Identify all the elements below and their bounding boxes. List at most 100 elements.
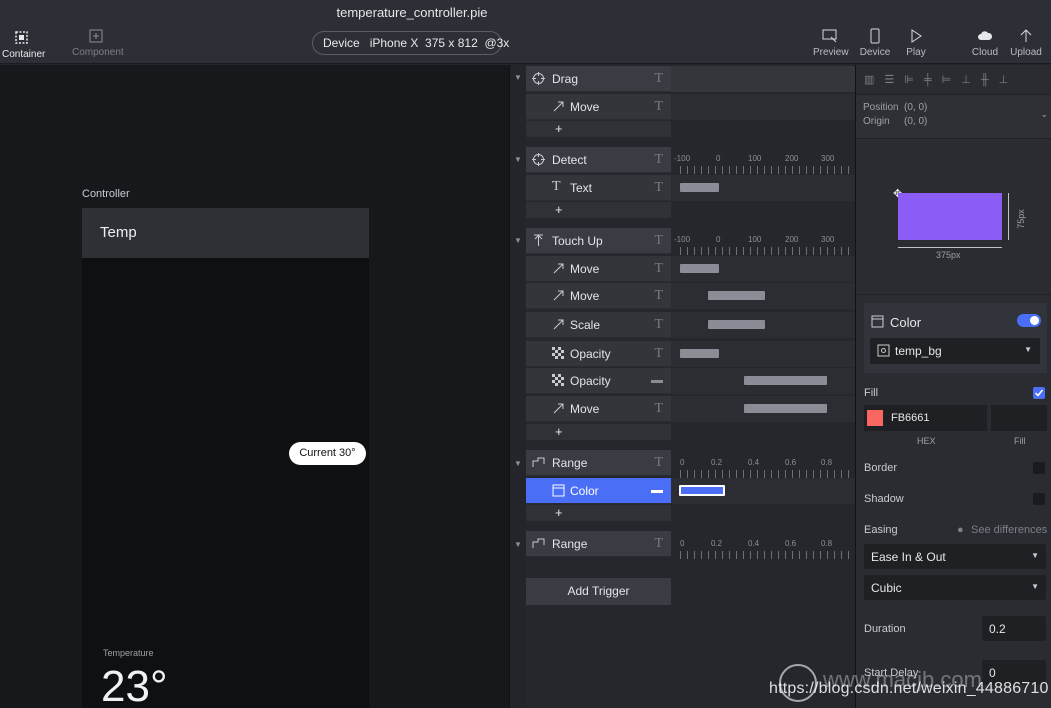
animation-bar[interactable] [744, 376, 827, 385]
trigger-row-detect[interactable]: Detect T [526, 147, 671, 173]
align-left-icon[interactable]: ⊫ [904, 73, 914, 86]
device-selector[interactable]: Device iPhone X 375 x 812 @3x [312, 31, 509, 55]
chevron-down-icon[interactable]: ⌄ [1040, 109, 1048, 120]
timeline-track [671, 396, 856, 422]
align-middle-icon[interactable]: ╫ [981, 74, 989, 86]
ruler-tick: 0 [716, 235, 721, 244]
container-button[interactable]: Container [2, 30, 45, 60]
timeline-track [671, 175, 856, 201]
height-label: 75px [1015, 209, 1026, 229]
upload-button[interactable]: Upload [1010, 28, 1042, 58]
preview-shape[interactable] [898, 193, 1002, 240]
ruler-tick: 0 [716, 154, 721, 163]
preview-button[interactable]: Preview [813, 28, 849, 58]
animation-row-color[interactable]: Color [526, 478, 671, 504]
animation-bar[interactable] [680, 349, 719, 358]
add-animation-button[interactable]: + [526, 424, 671, 440]
align-center-icon[interactable]: ╪ [924, 74, 932, 86]
text-type-icon: T [654, 317, 663, 332]
preview-label: Preview [813, 47, 849, 58]
add-animation-button[interactable]: + [526, 505, 671, 521]
align-baseline-icon[interactable]: ⊥ [999, 73, 1009, 86]
duration-input[interactable]: 0.2 [982, 616, 1046, 641]
see-differences-link[interactable]: See differences [971, 524, 1047, 536]
design-canvas[interactable]: Controller Temp Current 30° Temperature … [0, 65, 509, 708]
trigger-row-touch-up[interactable]: Touch Up T [526, 228, 671, 254]
chevron-down-icon[interactable]: ▼ [514, 73, 522, 82]
animation-bar[interactable] [680, 183, 719, 192]
trigger-row-drag[interactable]: Drag T [526, 66, 671, 92]
position-value[interactable]: (0, 0) [904, 102, 927, 113]
ruler-tick: 0.4 [748, 458, 760, 467]
ruler-lines [680, 166, 850, 174]
hex-input[interactable]: FB6661 [864, 405, 987, 431]
range-ruler: 0 0.2 0.4 0.6 0.8 [680, 539, 856, 561]
border-checkbox[interactable] [1033, 462, 1045, 474]
distribute-horizontal-icon[interactable]: ▥ [864, 73, 874, 86]
device-selector-value: iPhone X 375 x 812 @3x [369, 36, 510, 50]
dropdown-arrow-icon: ▼ [1024, 345, 1032, 354]
add-animation-button[interactable]: + [526, 202, 671, 218]
dropdown-arrow-icon: ▼ [1031, 582, 1039, 591]
animation-label: Move [570, 262, 600, 276]
help-icon[interactable]: ● [957, 524, 964, 536]
animation-row-opacity[interactable]: Opacity [526, 368, 671, 394]
align-right-icon[interactable]: ⊨ [942, 73, 952, 86]
play-button[interactable]: Play [902, 28, 930, 58]
animation-row-move[interactable]: Move T [526, 94, 671, 120]
chevron-down-icon[interactable]: ▼ [514, 459, 522, 468]
border-label: Border [864, 462, 898, 474]
animation-label: Scale [570, 318, 601, 332]
color-swatch[interactable] [867, 410, 883, 426]
fill-checkbox[interactable] [1033, 387, 1045, 399]
touch-up-arrow-icon [534, 234, 543, 246]
animation-row-move[interactable]: Move T [526, 396, 671, 422]
animation-row-move[interactable]: Move T [526, 283, 671, 309]
trigger-row-range[interactable]: Range T [526, 531, 671, 557]
current-temp-tooltip[interactable]: Current 30° [289, 442, 366, 465]
device-button[interactable]: Device [859, 28, 891, 58]
detect-crosshair-icon [532, 153, 545, 166]
animation-row-move[interactable]: Move T [526, 256, 671, 282]
chevron-down-icon[interactable]: ▼ [514, 540, 522, 549]
fill-color-row: FB6661 [864, 405, 1047, 431]
animation-label: Move [570, 289, 600, 303]
animation-row-scale[interactable]: Scale T [526, 312, 671, 338]
distribute-vertical-icon[interactable]: ☰ [884, 73, 894, 86]
animation-row-opacity[interactable]: Opacity T [526, 341, 671, 367]
minus-icon[interactable] [651, 490, 663, 493]
move-arrow-icon [553, 101, 564, 112]
trigger-label: Touch Up [552, 234, 603, 248]
align-bottom-icon[interactable]: ⊥ [961, 73, 971, 86]
color-enable-toggle[interactable] [1017, 314, 1041, 327]
ruler-tick: 0.8 [821, 539, 833, 548]
trigger-label: Range [552, 456, 588, 470]
artboard-label[interactable]: Controller [82, 188, 130, 200]
temp-header-layer[interactable]: Temp [82, 208, 369, 258]
animation-bar[interactable] [708, 291, 765, 300]
minus-icon[interactable] [651, 380, 663, 383]
add-animation-button[interactable]: + [526, 121, 671, 137]
trigger-row-range[interactable]: Range T [526, 450, 671, 476]
easing-select[interactable]: Ease In & Out ▼ [864, 544, 1046, 569]
timeline-track [671, 478, 856, 504]
shadow-checkbox[interactable] [1033, 493, 1045, 505]
animation-bar[interactable] [680, 264, 719, 273]
component-button[interactable]: Component [72, 28, 124, 58]
origin-value[interactable]: (0, 0) [904, 116, 927, 127]
animation-bar[interactable] [744, 404, 827, 413]
timeline-track [671, 312, 856, 338]
temperature-caption: Temperature [103, 648, 154, 658]
target-layer-select[interactable]: temp_bg ▼ [870, 338, 1040, 364]
animation-bar[interactable] [708, 320, 765, 329]
range-icon [532, 538, 545, 548]
chevron-down-icon[interactable]: ▼ [514, 155, 522, 164]
add-trigger-button[interactable]: Add Trigger [526, 578, 671, 605]
chevron-down-icon[interactable]: ▼ [514, 236, 522, 245]
selected-animation-bar[interactable] [679, 485, 725, 496]
animation-row-text[interactable]: T Text T [526, 175, 671, 201]
fill-opacity-input[interactable] [991, 405, 1047, 431]
curve-select[interactable]: Cubic ▼ [864, 575, 1046, 600]
opacity-checker-icon [552, 347, 564, 359]
cloud-button[interactable]: Cloud [970, 28, 1000, 58]
